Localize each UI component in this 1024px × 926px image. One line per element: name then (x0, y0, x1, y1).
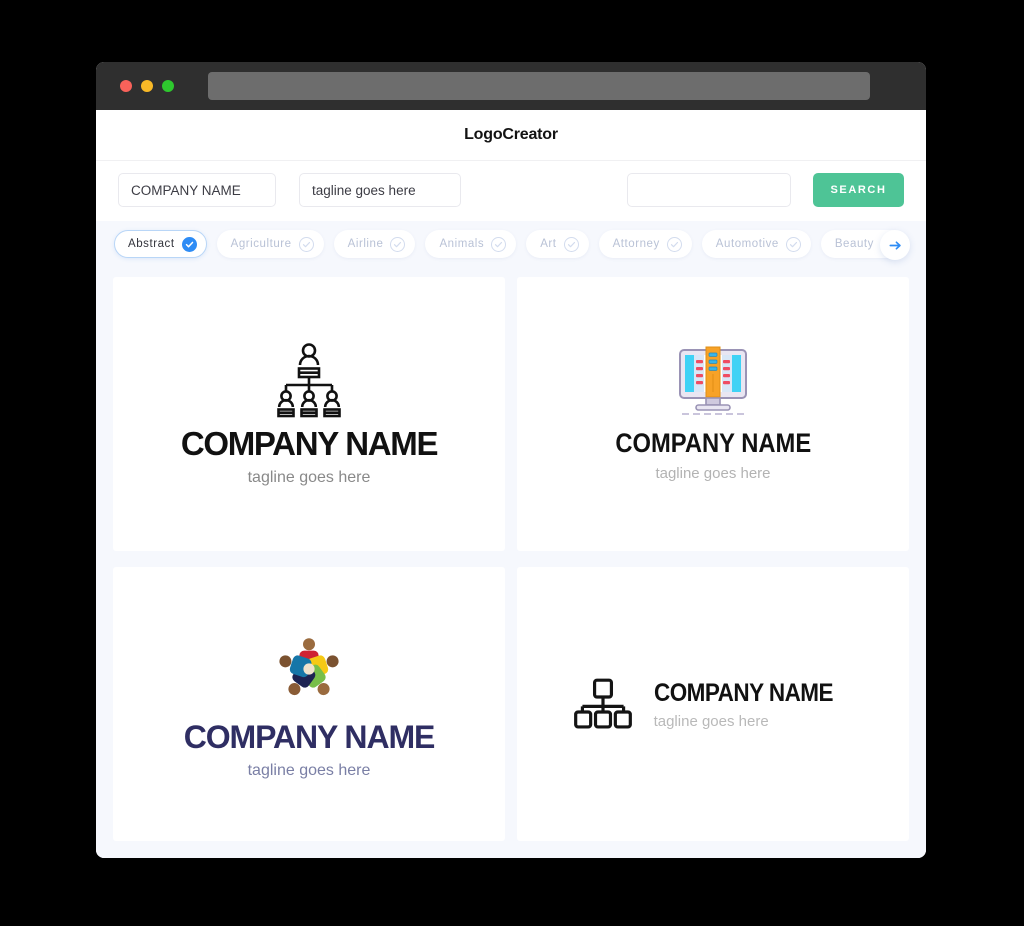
screen: LogoCreator SEARCH Abstract Agriculture (0, 0, 1024, 926)
logo-preview: COMPANY NAME tagline goes here (184, 629, 435, 780)
search-button[interactable]: SEARCH (813, 173, 904, 207)
category-chip-abstract[interactable]: Abstract (114, 230, 207, 258)
tagline-input[interactable] (299, 173, 461, 207)
company-name-input[interactable] (118, 173, 276, 207)
keyword-input[interactable] (627, 173, 791, 207)
category-chip-label: Agriculture (230, 238, 292, 250)
category-chip-label: Art (540, 238, 557, 250)
category-chip-attorney[interactable]: Attorney (598, 230, 692, 258)
check-circle-icon (563, 236, 579, 252)
logo-preview: COMPANY NAME tagline goes here (573, 677, 853, 732)
category-chip-label: Airline (347, 238, 384, 250)
check-circle-icon (298, 236, 314, 252)
category-chip-label: Automotive (715, 238, 779, 250)
logo-card[interactable]: COMPANY NAME tagline goes here (517, 567, 909, 841)
logo-text-block: COMPANY NAME tagline goes here (180, 419, 439, 487)
minimize-window-button[interactable] (141, 80, 153, 92)
logo-tagline: tagline goes here (247, 469, 371, 486)
logo-text-block: COMPANY NAME tagline goes here (183, 709, 436, 780)
monitor-buildings-icon (672, 346, 754, 420)
app-title: LogoCreator (464, 126, 558, 143)
category-chip-label: Attorney (612, 238, 660, 250)
category-chip-agriculture[interactable]: Agriculture (216, 230, 324, 258)
category-chip-label: Abstract (128, 238, 175, 250)
logo-card[interactable]: COMPANY NAME tagline goes here (113, 277, 505, 551)
close-window-button[interactable] (120, 80, 132, 92)
browser-window: LogoCreator SEARCH Abstract Agriculture (96, 62, 926, 858)
logo-company-name: COMPANY NAME (653, 678, 833, 707)
category-chips-bar: Abstract Agriculture Airline Animals Art… (96, 221, 926, 269)
maximize-window-button[interactable] (162, 80, 174, 92)
logo-company-name: COMPANY NAME (615, 428, 811, 458)
logo-company-name: COMPANY NAME (183, 718, 436, 755)
logo-card[interactable]: COMPANY NAME tagline goes here (517, 277, 909, 551)
logo-tagline: tagline goes here (655, 465, 771, 482)
check-circle-icon (785, 236, 801, 252)
category-chip-art[interactable]: Art (526, 230, 589, 258)
arrow-right-icon (888, 238, 903, 253)
categories-next-button[interactable] (880, 230, 910, 260)
org-chart-people-icon (272, 341, 346, 419)
browser-titlebar (96, 62, 926, 110)
logo-text-block: COMPANY NAME tagline goes here (602, 420, 825, 482)
teamwork-circle-people-icon (269, 629, 349, 709)
logo-card[interactable]: COMPANY NAME tagline goes here (113, 567, 505, 841)
check-circle-icon (181, 236, 197, 252)
logo-tagline: tagline goes here (653, 712, 769, 730)
logo-text-block: COMPANY NAME tagline goes here (654, 679, 853, 730)
category-chip-animals[interactable]: Animals (425, 230, 517, 258)
category-chip-label: Animals (439, 238, 485, 250)
hierarchy-squares-icon (573, 677, 632, 732)
logo-preview: COMPANY NAME tagline goes here (602, 346, 825, 482)
check-circle-icon (666, 236, 682, 252)
address-bar[interactable] (208, 72, 870, 100)
logo-company-name: COMPANY NAME (180, 425, 439, 462)
app-header: LogoCreator (96, 110, 926, 161)
search-form-bar: SEARCH (96, 161, 926, 221)
category-chip-label: Beauty (834, 238, 874, 250)
category-chip-airline[interactable]: Airline (333, 230, 416, 258)
traffic-lights (120, 80, 174, 92)
logo-results-grid: COMPANY NAME tagline goes here COMPANY N… (96, 269, 926, 858)
check-circle-icon (390, 236, 406, 252)
category-chip-automotive[interactable]: Automotive (701, 230, 811, 258)
logo-preview: COMPANY NAME tagline goes here (180, 341, 439, 487)
logo-tagline: tagline goes here (247, 761, 371, 779)
check-circle-icon (491, 236, 507, 252)
